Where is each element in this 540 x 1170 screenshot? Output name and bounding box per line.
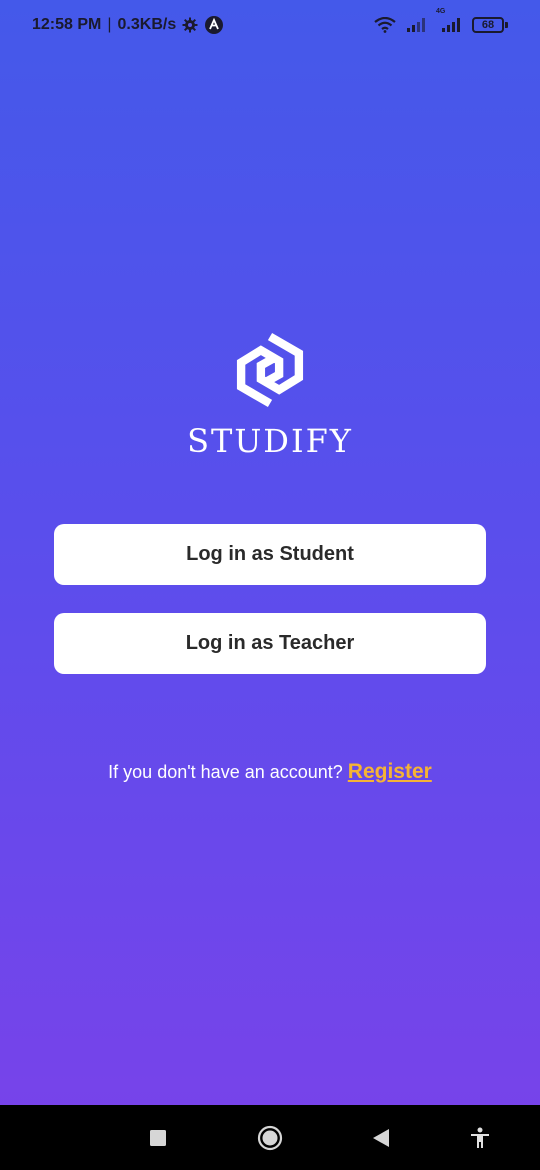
signal-4g-icon: 4G <box>436 8 462 33</box>
brand-name: STUDIFY <box>187 422 353 460</box>
register-prompt: If you don't have an account? <box>108 762 343 782</box>
register-link[interactable]: Register <box>348 760 432 784</box>
gear-icon <box>182 17 198 33</box>
system-nav-bar <box>0 1105 540 1170</box>
recent-apps-icon[interactable] <box>145 1125 171 1151</box>
battery-level: 68 <box>472 17 504 33</box>
wifi-icon <box>374 17 396 33</box>
login-student-button[interactable]: Log in as Student <box>54 524 486 585</box>
brand-block: STUDIFY <box>0 332 540 460</box>
home-icon[interactable] <box>257 1125 283 1151</box>
login-teacher-button[interactable]: Log in as Teacher <box>54 613 486 674</box>
back-icon[interactable] <box>368 1125 394 1151</box>
network-label: 4G <box>436 8 446 15</box>
register-row: If you don't have an account? Register <box>0 760 540 784</box>
status-separator: | <box>107 16 112 33</box>
battery-icon: 68 <box>472 17 508 33</box>
status-speed: 0.3KB/s <box>117 16 177 33</box>
accessibility-icon[interactable] <box>467 1125 493 1151</box>
status-bar: 12:58 PM | 0.3KB/s 4G 68 <box>0 0 540 50</box>
signal-icon <box>406 17 426 33</box>
status-time: 12:58 PM <box>32 16 102 33</box>
status-left: 12:58 PM | 0.3KB/s <box>32 15 224 35</box>
status-right: 4G 68 <box>374 8 508 33</box>
studify-logo-icon <box>236 332 304 408</box>
battery-tip <box>505 22 508 28</box>
app-a-icon <box>204 15 224 35</box>
